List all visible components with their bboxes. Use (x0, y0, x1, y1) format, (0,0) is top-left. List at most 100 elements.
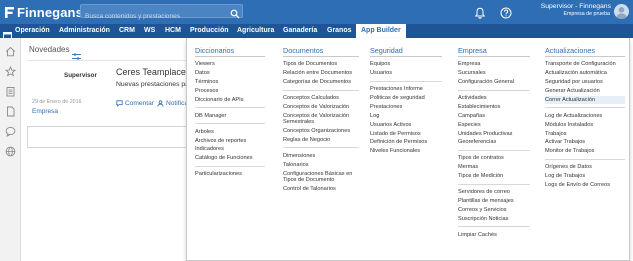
search-input[interactable] (81, 10, 221, 23)
menu-link-db-manager[interactable]: DB Manager (195, 111, 265, 120)
menu-link-niveles-funcionales[interactable]: Niveles Funcionales (370, 147, 442, 156)
menu-link-campanas[interactable]: Campañas (458, 111, 530, 120)
menu-link-suscripcion-noticias[interactable]: Suscripción Noticias (458, 214, 530, 223)
menu-link-procesos[interactable]: Procesos (195, 87, 265, 96)
menu-link-log-actualizaciones[interactable]: Log de Actualizaciones (545, 111, 625, 120)
menu-link-empresa[interactable]: Empresa (458, 60, 530, 69)
menu-crm[interactable]: CRM (119, 24, 135, 38)
module-grid-icon[interactable] (3, 27, 12, 40)
menu-link-configuraciones-basicas[interactable]: Configuraciones Básicas en Tipos de Docu… (283, 169, 359, 184)
menu-link-plantillas-mensajes[interactable]: Plantillas de mensajes (458, 197, 530, 206)
chat-icon[interactable] (5, 124, 16, 137)
post-company-link[interactable]: Empresa (32, 108, 58, 115)
menu-link-correos-servicios[interactable]: Correos y Servicios (458, 205, 530, 214)
document-icon[interactable] (5, 104, 16, 117)
menu-link-usuarios[interactable]: Usuarios (370, 69, 442, 78)
menu-link-terminos[interactable]: Términos (195, 78, 265, 87)
help-icon[interactable] (500, 6, 512, 19)
menu-link-log-trabajos[interactable]: Log de Trabajos (545, 172, 625, 181)
menu-link-transporte-configuracion[interactable]: Transporte de Configuración (545, 60, 625, 69)
menu-link-viewers[interactable]: Viewers (195, 60, 265, 69)
post-author[interactable]: Supervisor (64, 72, 97, 79)
bell-icon[interactable] (474, 6, 486, 19)
menu-link-generar-actualizacion[interactable]: Generar Actualización (545, 87, 625, 96)
avatar[interactable] (614, 4, 629, 19)
menu-link-relacion-documentos[interactable]: Relación entre Documentos (283, 69, 359, 78)
menu-link-georeferencias[interactable]: Georeferencias (458, 138, 530, 147)
search-box[interactable] (80, 4, 243, 23)
menu-link-actividades[interactable]: Actividades (458, 94, 530, 103)
column-actualizaciones: Actualizaciones Transporte de Configurac… (545, 44, 625, 190)
menu-link-usuarios-activos[interactable]: Usuarios Activos (370, 120, 442, 129)
menu-link-tipos-contratos[interactable]: Tipos de contratos (458, 154, 530, 163)
menu-link-especies[interactable]: Especies (458, 120, 530, 129)
menu-link-seguridad-usuarios[interactable]: Seguridad por usuarios (545, 78, 625, 87)
column-title-diccionarios: Diccionarios (195, 44, 265, 57)
menu-link-particularizaciones[interactable]: Particularizaciones (195, 170, 265, 179)
feed-divider (27, 60, 187, 61)
menu-agricultura[interactable]: Agricultura (237, 24, 274, 38)
menu-link-unidades-productivas[interactable]: Unidades Productivas (458, 129, 530, 138)
globe-icon[interactable] (5, 144, 16, 157)
menu-link-configuracion-general[interactable]: Configuración General (458, 78, 530, 87)
clipboard-icon[interactable] (5, 84, 16, 97)
menu-link-diccionario-apis[interactable]: Diccionario de APIs (195, 96, 265, 105)
filter-icon[interactable] (72, 47, 81, 60)
menu-link-archivos-reportes[interactable]: Archivos de reportes (195, 136, 265, 145)
menu-link-politicas-seguridad[interactable]: Politicas de seguridad (370, 94, 442, 103)
menu-link-servidores-correo[interactable]: Servidores de correo (458, 188, 530, 197)
menu-administracion[interactable]: Administración (59, 24, 110, 38)
menu-produccion[interactable]: Producción (190, 24, 229, 38)
menu-link-establecimientos[interactable]: Establecimientos (458, 103, 530, 112)
menu-link-arboles[interactable]: Arboles (195, 127, 265, 136)
menu-link-listado-permisos[interactable]: Listado de Permisos (370, 129, 442, 138)
menu-separator (370, 80, 442, 82)
menu-operacion[interactable]: Operación (15, 24, 50, 38)
menu-link-conceptos-valorizacion[interactable]: Conceptos de Valorización (283, 103, 359, 112)
menu-link-origenes-datos[interactable]: Orígenes de Datos (545, 163, 625, 172)
menu-link-monitor-trabajos[interactable]: Monitor de Trabajos (545, 147, 625, 156)
comment-link[interactable]: Comentar (116, 100, 154, 107)
menu-link-conceptos-calculados[interactable]: Conceptos Calculados (283, 94, 359, 103)
post-title[interactable]: Ceres Teamplace (116, 67, 186, 77)
menu-link-talonarios[interactable]: Talonarios (283, 160, 359, 169)
notify-link[interactable]: Notifica (157, 100, 188, 107)
menu-link-tipos-medicion[interactable]: Tipos de Medición (458, 172, 530, 181)
menu-link-activar-trabajos[interactable]: Activar Trabajos (545, 138, 625, 147)
menu-link-equipos[interactable]: Equipos (370, 60, 442, 69)
menu-link-conceptos-valorizacion-semestrales[interactable]: Conceptos de Valorización Semestrales (283, 111, 359, 126)
menu-link-sucursales[interactable]: Sucursales (458, 69, 530, 78)
star-icon[interactable] (4, 64, 17, 77)
menu-link-modulos-instalados[interactable]: Módulos Instalados (545, 120, 625, 129)
menu-granos[interactable]: Granos (327, 24, 352, 38)
finnegans-logo[interactable]: Finnegans (4, 4, 83, 20)
menu-link-conceptos-organizaciones[interactable]: Conceptos Organizaciones (283, 127, 359, 136)
menu-link-catalogo-funciones[interactable]: Catálogo de Funciones (195, 154, 265, 163)
menu-link-prestaciones[interactable]: Prestaciones (370, 103, 442, 112)
user-info[interactable]: Supervisor - Finnegans Empresa de prueba (533, 3, 611, 21)
menu-link-trabajos[interactable]: Trabajos (545, 129, 625, 138)
menu-link-categorias-documentos[interactable]: Categorías de Documentos (283, 78, 359, 87)
menu-link-datos[interactable]: Datos (195, 69, 265, 78)
menu-link-log[interactable]: Log (370, 111, 442, 120)
menu-link-reglas-negocio[interactable]: Reglas de Negocio (283, 136, 359, 145)
user-company: Empresa de prueba (563, 11, 610, 17)
menu-ws[interactable]: WS (144, 24, 155, 38)
menu-ganaderia[interactable]: Ganadería (283, 24, 317, 38)
menu-hcm[interactable]: HCM (165, 24, 181, 38)
menu-link-correr-actualizacion[interactable]: Correr Actualización (545, 95, 625, 105)
menu-link-control-talonarios[interactable]: Control de Talonarios (283, 184, 359, 193)
menu-link-logs-envio-correos[interactable]: Logs de Envío de Correos (545, 181, 625, 190)
menu-link-indicadores[interactable]: Indicadores (195, 145, 265, 154)
home-icon[interactable] (5, 44, 16, 57)
search-icon[interactable] (230, 6, 240, 19)
menu-link-actualizacion-automatica[interactable]: Actualización automática (545, 69, 625, 78)
menu-link-tipos-documentos[interactable]: Tipos de Documentos (283, 60, 359, 69)
menu-link-mermas[interactable]: Mermas (458, 163, 530, 172)
menu-link-definicion-permisos[interactable]: Definición de Permisos (370, 138, 442, 147)
comment-input-box[interactable] (27, 126, 187, 148)
menu-link-dimensiones[interactable]: Dimensiones (283, 151, 359, 160)
menu-link-limpiar-caches[interactable]: Limpiar Cachés (458, 230, 530, 239)
menu-link-prestaciones-informe[interactable]: Prestaciones Informe (370, 85, 442, 94)
menu-app-builder[interactable]: App Builder (356, 24, 406, 38)
